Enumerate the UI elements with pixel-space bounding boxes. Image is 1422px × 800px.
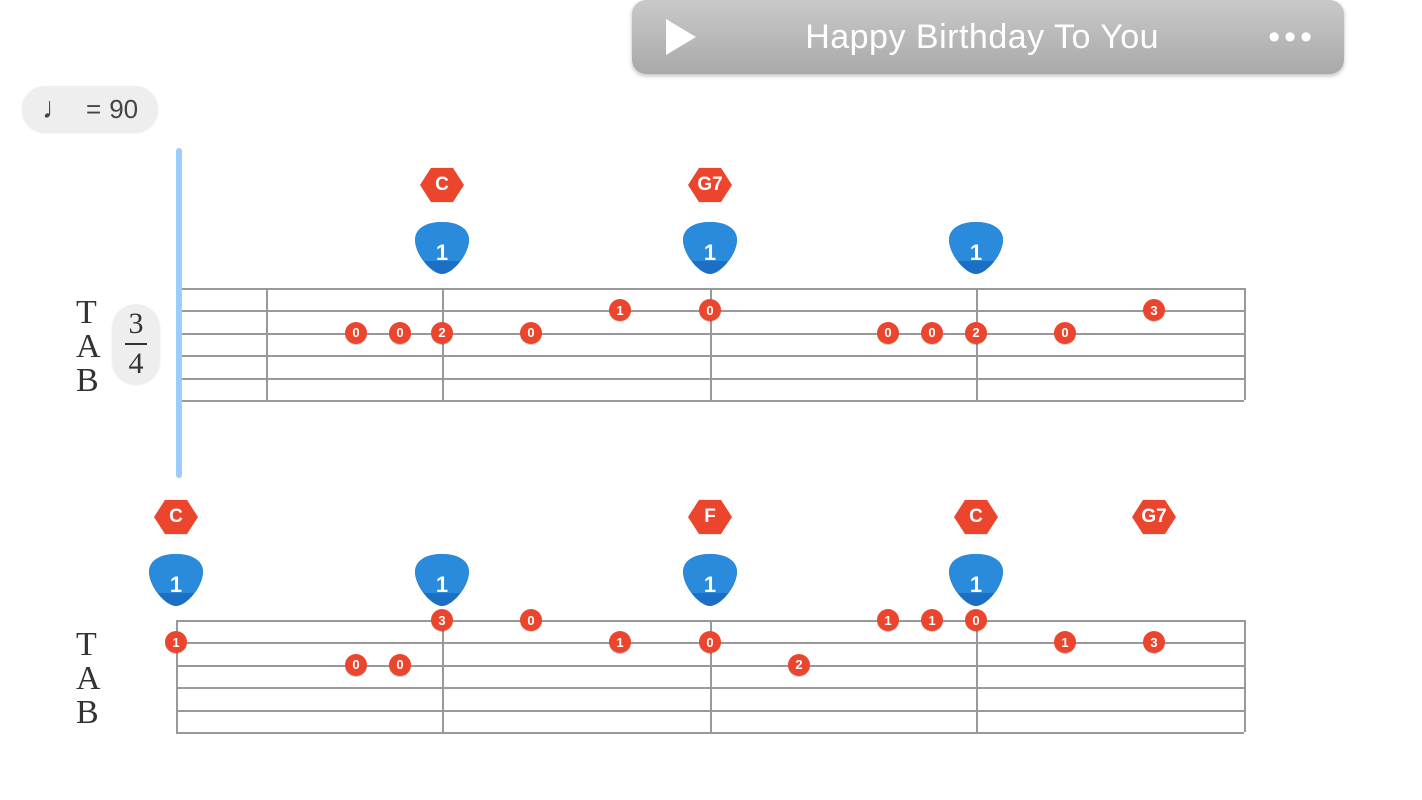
play-icon[interactable] xyxy=(666,19,696,55)
more-button[interactable]: ••• xyxy=(1268,18,1316,57)
playback-cursor[interactable] xyxy=(176,148,182,478)
fret-note[interactable]: 0 xyxy=(389,322,411,344)
barline xyxy=(442,620,444,732)
fret-note[interactable]: 1 xyxy=(1054,631,1076,653)
fret-note[interactable]: 1 xyxy=(921,609,943,631)
strum-pick-icon[interactable]: 1 xyxy=(947,552,1005,608)
player-bar: Happy Birthday To You ••• xyxy=(632,0,1344,74)
tempo-equals: = xyxy=(86,94,101,125)
fret-note[interactable]: 0 xyxy=(520,322,542,344)
strum-pick-icon[interactable]: 1 xyxy=(947,220,1005,276)
fret-note[interactable]: 1 xyxy=(609,631,631,653)
pick-number: 1 xyxy=(947,572,1005,598)
tab-letter-b: B xyxy=(76,696,101,730)
chord-marker[interactable]: G7 xyxy=(688,166,732,204)
fret-note[interactable]: 3 xyxy=(1143,631,1165,653)
fret-note[interactable]: 0 xyxy=(699,631,721,653)
strum-pick-icon[interactable]: 1 xyxy=(147,552,205,608)
fret-note[interactable]: 0 xyxy=(389,654,411,676)
tab-label: TAB xyxy=(76,628,101,730)
pick-number: 1 xyxy=(681,240,739,266)
barline xyxy=(976,288,978,400)
fret-note[interactable]: 0 xyxy=(345,654,367,676)
fret-note[interactable]: 0 xyxy=(1054,322,1076,344)
strum-pick-icon[interactable]: 1 xyxy=(681,220,739,276)
timesig-den: 4 xyxy=(129,347,144,381)
tempo-indicator[interactable]: ♩ = 90 xyxy=(22,86,158,132)
strum-pick-icon[interactable]: 1 xyxy=(413,552,471,608)
chord-marker[interactable]: C xyxy=(420,166,464,204)
fret-note[interactable]: 0 xyxy=(965,609,987,631)
chord-marker[interactable]: G7 xyxy=(1132,498,1176,536)
barline xyxy=(976,620,978,732)
fret-note[interactable]: 0 xyxy=(921,322,943,344)
tab-letter-a: A xyxy=(76,662,101,696)
fret-note[interactable]: 2 xyxy=(431,322,453,344)
fret-note[interactable]: 1 xyxy=(609,299,631,321)
strum-pick-icon[interactable]: 1 xyxy=(681,552,739,608)
fret-note[interactable]: 0 xyxy=(520,609,542,631)
barline xyxy=(266,288,268,400)
pick-number: 1 xyxy=(147,572,205,598)
tab-letter-b: B xyxy=(76,364,101,398)
tab-letter-t: T xyxy=(76,296,101,330)
fret-note[interactable]: 3 xyxy=(1143,299,1165,321)
strum-pick-icon[interactable]: 1 xyxy=(413,220,471,276)
timesig-divider xyxy=(125,343,147,345)
fret-note[interactable]: 2 xyxy=(788,654,810,676)
barline xyxy=(442,288,444,400)
fret-note[interactable]: 0 xyxy=(699,299,721,321)
tab-letter-t: T xyxy=(76,628,101,662)
chord-marker[interactable]: F xyxy=(688,498,732,536)
fret-note[interactable]: 1 xyxy=(165,631,187,653)
string-line xyxy=(176,732,1244,734)
pick-number: 1 xyxy=(413,240,471,266)
quarter-note-icon: ♩ xyxy=(42,92,72,126)
tab-label: TAB xyxy=(76,296,101,398)
song-title: Happy Birthday To You xyxy=(696,18,1268,57)
pick-number: 1 xyxy=(413,572,471,598)
fret-note[interactable]: 0 xyxy=(877,322,899,344)
fret-note[interactable]: 3 xyxy=(431,609,453,631)
chord-marker[interactable]: C xyxy=(154,498,198,536)
tab-staff: 1003010211013 xyxy=(176,620,1244,732)
tempo-bpm: 90 xyxy=(109,94,138,125)
tab-letter-a: A xyxy=(76,330,101,364)
barline xyxy=(1244,288,1246,400)
tab-staff: 00201000203 xyxy=(176,288,1244,400)
fret-note[interactable]: 1 xyxy=(877,609,899,631)
time-signature[interactable]: 34 xyxy=(112,304,160,384)
pick-number: 1 xyxy=(947,240,1005,266)
pick-number: 1 xyxy=(681,572,739,598)
timesig-num: 3 xyxy=(129,307,144,341)
fret-note[interactable]: 0 xyxy=(345,322,367,344)
barline xyxy=(1244,620,1246,732)
chord-marker[interactable]: C xyxy=(954,498,998,536)
string-line xyxy=(176,400,1244,402)
fret-note[interactable]: 2 xyxy=(965,322,987,344)
